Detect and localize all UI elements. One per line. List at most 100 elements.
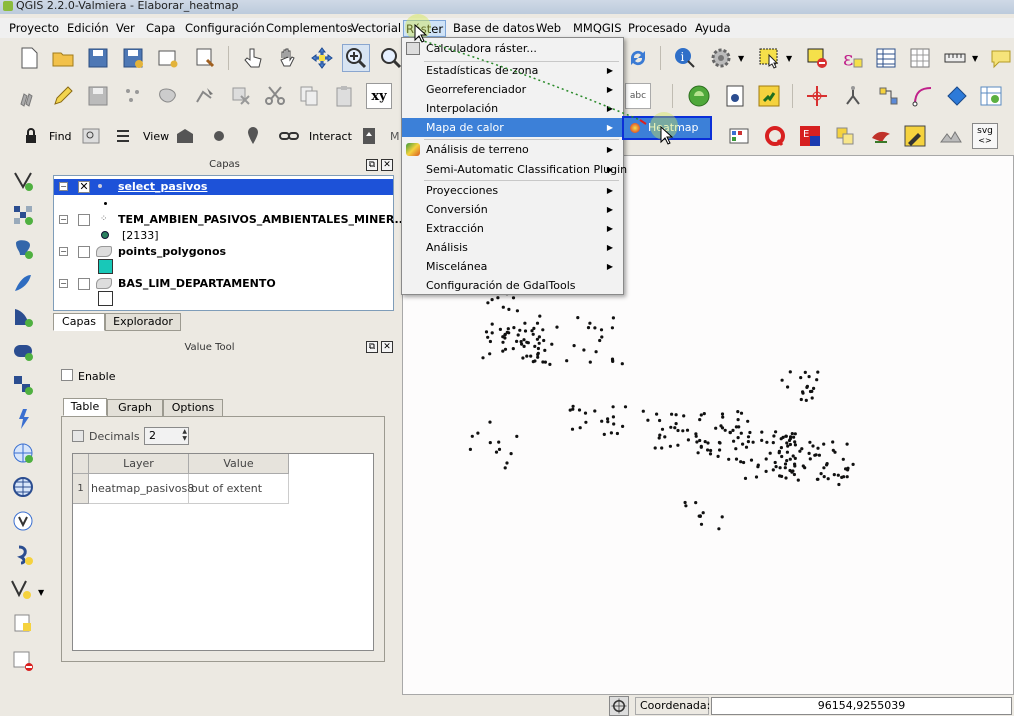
plugin-terrain-icon[interactable] — [938, 123, 964, 149]
layers-float-button[interactable]: ⧉ — [366, 159, 378, 171]
menu-proyecto[interactable]: Proyecto — [9, 20, 59, 37]
menu-item-conversion[interactable]: Conversión ▶ — [402, 200, 623, 219]
menu-ver[interactable]: Ver — [116, 20, 135, 37]
current-edits-icon[interactable] — [16, 83, 42, 109]
view-building-icon[interactable] — [172, 123, 198, 149]
toggle-editing-icon[interactable] — [50, 83, 76, 109]
add-point-crosshair-icon[interactable] — [804, 83, 830, 109]
tab-capas[interactable]: Capas — [53, 313, 105, 331]
vector-bezier-icon[interactable] — [910, 83, 936, 109]
statistics-icon[interactable] — [907, 45, 933, 71]
m-label[interactable]: M — [390, 130, 400, 143]
touch-zoom-icon[interactable] — [240, 45, 266, 71]
collapse-icon[interactable]: − — [59, 247, 68, 256]
add-oracle-layer-icon[interactable] — [10, 338, 36, 364]
menu-item-extraccion[interactable]: Extracción ▶ — [402, 219, 623, 238]
paste-features-icon[interactable] — [331, 83, 357, 109]
menu-item-analisis[interactable]: Análisis ▶ — [402, 238, 623, 257]
select-features-icon[interactable] — [756, 45, 782, 71]
layer-row-bas-lim[interactable]: − BAS_LIM_DEPARTAMENTO — [54, 276, 393, 292]
attribute-table-icon[interactable] — [873, 45, 899, 71]
menu-capa[interactable]: Capa — [146, 20, 175, 37]
coordinate-capture-icon[interactable]: xy — [366, 83, 392, 109]
spinbox-arrows-icon[interactable]: ▲ ▼ — [182, 428, 187, 442]
add-feature-icon[interactable] — [120, 83, 146, 109]
column-header-value[interactable]: Value — [189, 454, 289, 474]
tab-graph[interactable]: Graph — [107, 399, 163, 417]
svg-export-icon[interactable]: svg <> — [972, 123, 998, 149]
menu-ayuda[interactable]: Ayuda — [695, 20, 731, 37]
view-pin-icon[interactable] — [240, 123, 266, 149]
column-header-layer[interactable]: Layer — [89, 454, 189, 474]
layer-row-tem-ambien[interactable]: − ⁘ TEM_AMBIEN_PASIVOS_AMBIENTALES_MINER… — [54, 212, 407, 228]
remove-layer-icon[interactable] — [10, 648, 36, 674]
table-refresh-icon[interactable] — [978, 83, 1004, 109]
tab-explorador[interactable]: Explorador — [105, 313, 181, 331]
lock-icon[interactable] — [18, 123, 44, 149]
layer-name[interactable]: BAS_LIM_DEPARTAMENTO — [118, 277, 276, 290]
cut-features-icon[interactable] — [262, 83, 288, 109]
vector-shape-icon[interactable] — [944, 83, 970, 109]
add-virtual-layer-icon[interactable] — [10, 542, 36, 568]
tab-table[interactable]: Table — [63, 398, 107, 416]
node-tool-icon[interactable] — [192, 83, 218, 109]
plugin-grid-icon[interactable] — [726, 123, 752, 149]
composer-manager-icon[interactable] — [192, 45, 218, 71]
copy-features-icon[interactable] — [296, 83, 322, 109]
layer-name[interactable]: TEM_AMBIEN_PASIVOS_AMBIENTALES_MINER... — [118, 213, 407, 226]
coordinate-field[interactable]: 96154,9255039 — [711, 697, 1012, 715]
map-tips-icon[interactable] — [988, 45, 1014, 71]
new-shapefile-icon[interactable] — [8, 576, 34, 602]
view-label[interactable]: View — [143, 130, 169, 143]
new-project-icon[interactable] — [16, 45, 42, 71]
field-calculator-icon[interactable]: ε — [839, 45, 865, 71]
plugin-pencil-icon[interactable] — [902, 123, 928, 149]
layers-close-button[interactable]: ✕ — [381, 159, 393, 171]
collapse-icon[interactable]: − — [59, 215, 68, 224]
openlayers-icon[interactable] — [722, 83, 748, 109]
layer-name[interactable]: points_polygonos — [118, 245, 226, 258]
menu-item-semi-automatic[interactable]: Semi-Automatic Classification Plugin ▶ — [402, 160, 627, 179]
add-raster-layer-icon[interactable] — [10, 202, 36, 228]
layer-visibility-checkbox[interactable] — [78, 214, 90, 226]
measure-dropdown-icon[interactable]: ▼ — [972, 54, 978, 63]
layer-row-points-polygonos[interactable]: − points_polygonos — [54, 244, 393, 260]
plugin-yellow-shapes-icon[interactable] — [832, 123, 858, 149]
deselect-features-icon[interactable] — [804, 45, 830, 71]
add-db2-layer-icon[interactable] — [10, 372, 36, 398]
interact-label[interactable]: Interact — [309, 130, 352, 143]
find-label[interactable]: Find — [49, 130, 72, 143]
menu-vectorial[interactable]: Vectorial — [351, 20, 401, 37]
view-link-icon[interactable] — [276, 123, 302, 149]
move-feature-icon[interactable] — [155, 83, 181, 109]
run-action-dropdown-icon[interactable]: ▼ — [738, 54, 744, 63]
plugin-bird-icon[interactable] — [868, 123, 894, 149]
add-vector-layer-icon[interactable] — [10, 168, 36, 194]
find-search-icon[interactable] — [78, 123, 104, 149]
value-tool-float-button[interactable]: ⧉ — [366, 341, 378, 353]
tab-options[interactable]: Options — [163, 399, 223, 417]
menu-item-proyecciones[interactable]: Proyecciones ▶ — [402, 181, 623, 200]
measure-line-icon[interactable] — [942, 45, 968, 71]
menu-configuracion[interactable]: Configuración — [185, 20, 265, 37]
collapse-icon[interactable]: − — [59, 182, 68, 191]
add-spatialite-layer-icon[interactable] — [10, 270, 36, 296]
gps-tools-icon[interactable] — [686, 83, 712, 109]
zoom-in-icon[interactable] — [342, 44, 370, 72]
delete-selected-icon[interactable] — [228, 83, 254, 109]
collapse-icon[interactable]: − — [59, 279, 68, 288]
open-project-icon[interactable] — [50, 45, 76, 71]
add-delimited-text-icon[interactable] — [10, 508, 36, 534]
find-grid-icon[interactable] — [110, 123, 136, 149]
decimals-checkbox[interactable] — [72, 430, 84, 442]
plugin-q-icon[interactable] — [762, 123, 788, 149]
add-wcs-layer-icon[interactable] — [10, 440, 36, 466]
layer-visibility-checkbox[interactable] — [78, 278, 90, 290]
layer-row-select-pasivos[interactable]: − ✕ select_pasivos — [54, 179, 393, 195]
add-mssql-layer-icon[interactable] — [10, 304, 36, 330]
plugin-etri-icon[interactable]: E — [797, 123, 823, 149]
add-postgis-layer-icon[interactable] — [10, 236, 36, 262]
add-wfs-layer-icon[interactable] — [10, 474, 36, 500]
new-print-composer-icon[interactable] — [155, 45, 181, 71]
layer-visibility-checkbox[interactable] — [78, 246, 90, 258]
